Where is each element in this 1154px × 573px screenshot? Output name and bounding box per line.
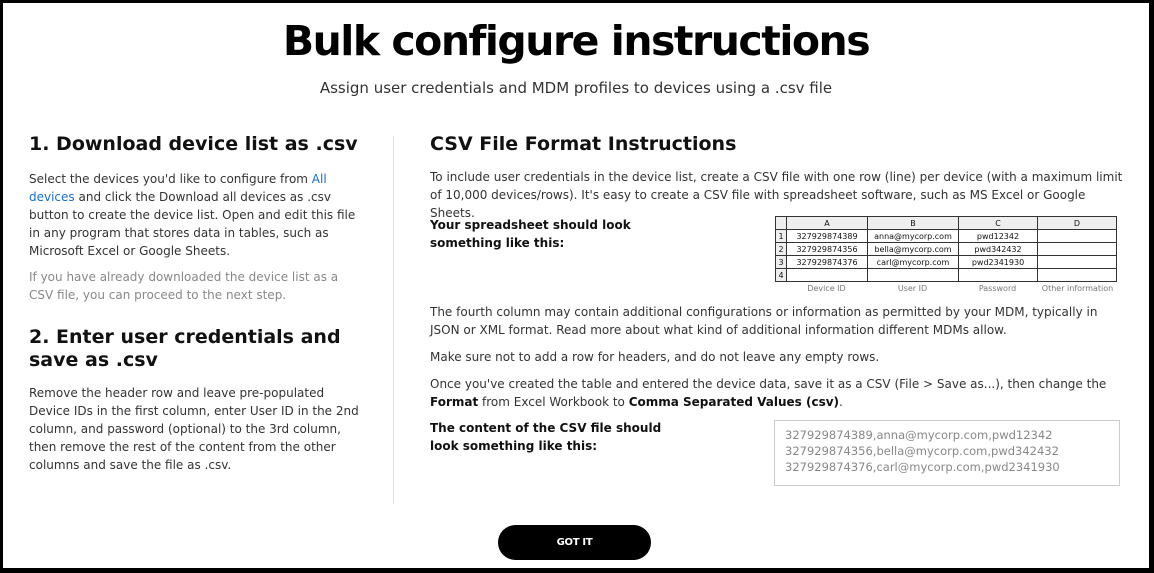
step1-text-b: and click the Download all devices as .c… — [29, 190, 356, 258]
csv-line: 327929874356,bella@mycorp.com,pwd342432 — [785, 444, 1059, 458]
save-text-c: . — [839, 395, 843, 409]
save-instructions: Once you've created the table and entere… — [430, 375, 1125, 411]
table-row: 2 327929874356 bella@mycorp.com pwd34243… — [775, 242, 1117, 256]
instructions-dialog: Bulk configure instructions Assign user … — [3, 3, 1149, 568]
col-header: D — [1037, 216, 1117, 230]
csv-intro: To include user credentials in the devic… — [430, 170, 1123, 220]
corner-cell — [775, 216, 787, 230]
device-id-cell: 327929874376 — [786, 255, 868, 269]
step2-text: Remove the header row and leave pre-popu… — [29, 386, 359, 472]
row-number: 4 — [775, 268, 787, 282]
step2-heading: 2. Enter user credentials and save as .c… — [29, 326, 341, 371]
table-row: 4 — [775, 268, 1117, 282]
right-column: CSV File Format Instructions To include … — [430, 133, 1125, 486]
other-info-cell — [1037, 255, 1117, 269]
caption-password: Password — [978, 284, 1017, 293]
got-it-button[interactable]: GOT IT — [498, 525, 651, 560]
csv-format-heading: CSV File Format Instructions — [430, 133, 737, 155]
user-id-cell: anna@mycorp.com — [867, 229, 959, 243]
csv-notes: The fourth column may contain additional… — [430, 303, 1125, 419]
device-id-cell: 327929874356 — [786, 242, 868, 256]
row-number: 1 — [775, 229, 787, 243]
save-text-b: from Excel Workbook to — [478, 395, 629, 409]
fourth-column-text: The fourth column may contain additional… — [430, 305, 1098, 337]
user-id-cell: bella@mycorp.com — [867, 242, 959, 256]
no-headers-text: Make sure not to add a row for headers, … — [430, 350, 880, 364]
column-captions: Device ID User ID Password Other informa… — [775, 284, 1118, 293]
table-row: 3 327929874376 carl@mycorp.com pwd234193… — [775, 255, 1117, 269]
csv-line: 327929874389,anna@mycorp.com,pwd12342 — [785, 428, 1053, 442]
caption-device-id: Device ID — [807, 284, 846, 293]
row-number: 2 — [775, 242, 787, 256]
device-id-cell — [786, 268, 868, 282]
csv-line: 327929874376,carl@mycorp.com,pwd2341930 — [785, 460, 1060, 474]
step1-text: Select the devices you'd like to configu… — [29, 170, 359, 260]
spreadsheet-example: A B C D 1 327929874389 anna@mycorp.com p… — [775, 216, 1118, 293]
col-header: A — [786, 216, 868, 230]
caption-other-info: Other information — [1041, 284, 1114, 293]
row-number: 3 — [775, 255, 787, 269]
save-text-a: Once you've created the table and entere… — [430, 377, 1107, 391]
column-divider — [393, 136, 394, 504]
spreadsheet-table: A B C D 1 327929874389 anna@mycorp.com p… — [775, 216, 1117, 282]
csv-format-name: Comma Separated Values (csv) — [628, 395, 840, 409]
step1-note: If you have already downloaded the devic… — [29, 270, 339, 302]
csv-content-box: 327929874389,anna@mycorp.com,pwd12342 32… — [774, 420, 1120, 486]
other-info-cell — [1037, 268, 1117, 282]
format-word: Format — [430, 395, 479, 409]
page-title: Bulk configure instructions — [282, 17, 871, 65]
password-cell — [958, 268, 1038, 282]
password-cell: pwd2341930 — [958, 255, 1038, 269]
other-info-cell — [1037, 229, 1117, 243]
step1-text-a: Select the devices you'd like to configu… — [29, 172, 312, 186]
col-header: C — [958, 216, 1038, 230]
device-id-cell: 327929874389 — [786, 229, 868, 243]
left-column: 1. Download device list as .csv Select t… — [29, 133, 359, 482]
caption-user-id: User ID — [897, 284, 928, 293]
user-id-cell — [867, 268, 959, 282]
password-cell: pwd342432 — [958, 242, 1038, 256]
page-subtitle: Assign user credentials and MDM profiles… — [319, 79, 833, 97]
csv-content-label: The content of the CSV file should look … — [430, 421, 662, 453]
spreadsheet-header-row: A B C D — [775, 216, 1117, 230]
col-header: B — [867, 216, 959, 230]
step1-heading: 1. Download device list as .csv — [29, 133, 358, 155]
user-id-cell: carl@mycorp.com — [867, 255, 959, 269]
spreadsheet-label: Your spreadsheet should look something l… — [430, 218, 631, 250]
other-info-cell — [1037, 242, 1117, 256]
table-row: 1 327929874389 anna@mycorp.com pwd12342 — [775, 229, 1117, 243]
password-cell: pwd12342 — [958, 229, 1038, 243]
